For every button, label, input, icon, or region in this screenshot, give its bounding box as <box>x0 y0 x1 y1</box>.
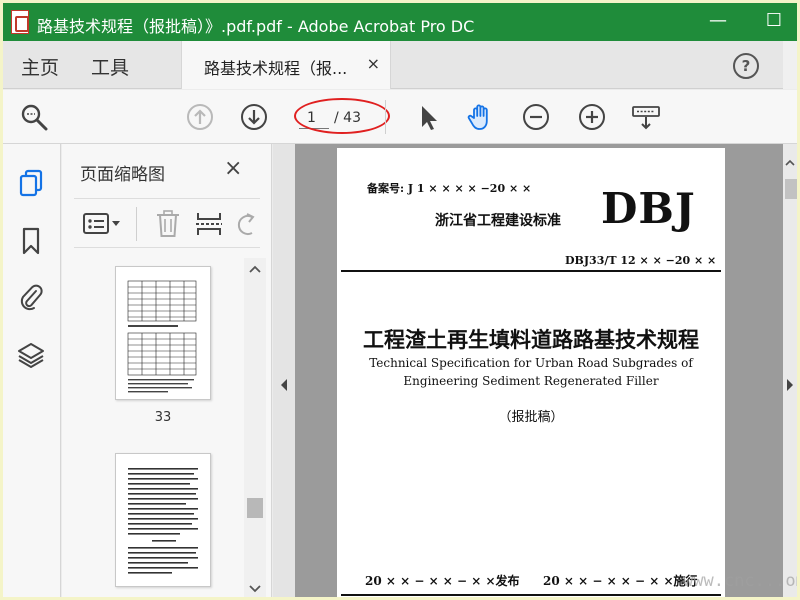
insert-page-icon[interactable] <box>194 209 224 239</box>
issue-date: 20 × × − × × − × ×发布 <box>365 574 520 588</box>
window-title: 路基技术规程（报批稿）》.pdf.pdf - Adobe Acrobat Pro… <box>37 17 475 36</box>
title-bar: 路基技术规程（报批稿）》.pdf.pdf - Adobe Acrobat Pro… <box>3 3 797 41</box>
header-rule <box>341 270 721 272</box>
thumbnail-scrollbar[interactable] <box>244 258 266 597</box>
scroll-up-icon[interactable] <box>249 264 261 274</box>
options-menu-icon[interactable] <box>82 211 124 237</box>
help-button[interactable]: ? <box>733 53 759 79</box>
thumbnail-page-34[interactable] <box>115 453 211 587</box>
draft-status: （报批稿） <box>498 410 564 425</box>
page-down-icon[interactable] <box>239 102 269 132</box>
title-english-line-1: Technical Specification for Urban Road S… <box>369 356 693 370</box>
close-tab-button[interactable]: × <box>367 54 380 73</box>
title-chinese: 工程渣土再生填料道路路基技术规程 <box>363 327 699 352</box>
layers-icon[interactable] <box>17 340 45 370</box>
navigation-rail <box>3 144 61 597</box>
panel-title: 页面缩略图 <box>80 165 165 185</box>
record-number: 备案号: J 1 × × × × −20 × × <box>367 182 532 195</box>
thumbnail-scroll-thumb[interactable] <box>247 498 263 518</box>
main-toolbar: 1 / 43 <box>3 90 797 144</box>
tab-home[interactable]: 主页 <box>21 53 59 80</box>
scroll-down-icon[interactable] <box>249 584 261 594</box>
thumbnail-33-content <box>127 280 197 393</box>
highlight-ring-annotation <box>294 98 390 134</box>
title-english-line-2: Engineering Sediment Regenerated Filler <box>403 374 659 388</box>
tab-document[interactable]: 路基技术规程（报... × <box>181 41 391 89</box>
select-arrow-icon[interactable] <box>413 102 443 132</box>
document-viewport[interactable]: 备案号: J 1 × × × × −20 × × 浙江省工程建设标准 DBJ D… <box>273 144 783 597</box>
document-tab-label: 路基技术规程（报... <box>204 59 348 78</box>
collapse-left-icon[interactable] <box>279 378 289 392</box>
issuing-org: 浙江省工程建设标准 <box>435 213 561 229</box>
minimize-button[interactable]: — <box>705 9 731 33</box>
page-up-icon[interactable] <box>185 102 215 132</box>
zoom-out-icon[interactable] <box>521 102 551 132</box>
thumbnails-panel: 页面缩略图 × 33 <box>62 144 272 597</box>
footer-rule <box>341 594 721 596</box>
standard-code: DBJ33/T 12 × × −20 × × <box>565 254 717 267</box>
tab-bar: 主页 工具 路基技术规程（报... × ? <box>3 41 797 89</box>
hand-tool-icon[interactable] <box>466 102 496 132</box>
panel-toolbar-separator <box>136 207 137 241</box>
panel-toolbar <box>74 198 260 248</box>
close-panel-button[interactable]: × <box>224 156 242 181</box>
dbj-logo: DBJ <box>601 184 696 233</box>
maximize-button[interactable]: ☐ <box>761 9 787 33</box>
tab-tools[interactable]: 工具 <box>91 53 129 80</box>
site-watermark: www.cnc...om <box>683 571 797 591</box>
effective-date: 20 × × − × × − × ×施行 <box>543 574 698 588</box>
bookmark-icon[interactable] <box>17 226 45 256</box>
thumbnail-page-33[interactable] <box>115 266 211 400</box>
panel-collapse-strip[interactable] <box>273 144 295 597</box>
keyboard-read-icon[interactable] <box>631 102 661 132</box>
attachment-icon[interactable] <box>17 282 45 312</box>
acrobat-app-icon <box>11 10 29 34</box>
thumbnail-list: 33 <box>62 258 254 597</box>
document-scroll-thumb[interactable] <box>785 179 797 199</box>
thumbnail-34-content <box>128 468 198 574</box>
acrobat-window: 路基技术规程（报批稿）》.pdf.pdf - Adobe Acrobat Pro… <box>3 3 797 597</box>
page-thumbnails-icon[interactable] <box>17 168 45 198</box>
rotate-icon[interactable] <box>234 209 258 239</box>
expand-right-icon[interactable] <box>785 378 795 392</box>
zoom-in-icon[interactable] <box>577 102 607 132</box>
doc-scroll-up-icon[interactable] <box>785 158 795 168</box>
document-scrollbar[interactable] <box>783 144 797 597</box>
search-icon[interactable] <box>19 102 49 132</box>
trash-icon[interactable] <box>154 209 182 239</box>
thumbnail-page-number: 33 <box>154 410 172 425</box>
toolbar-separator <box>385 100 386 134</box>
pdf-page: 备案号: J 1 × × × × −20 × × 浙江省工程建设标准 DBJ D… <box>337 148 725 597</box>
tabbar-edge <box>783 41 797 89</box>
